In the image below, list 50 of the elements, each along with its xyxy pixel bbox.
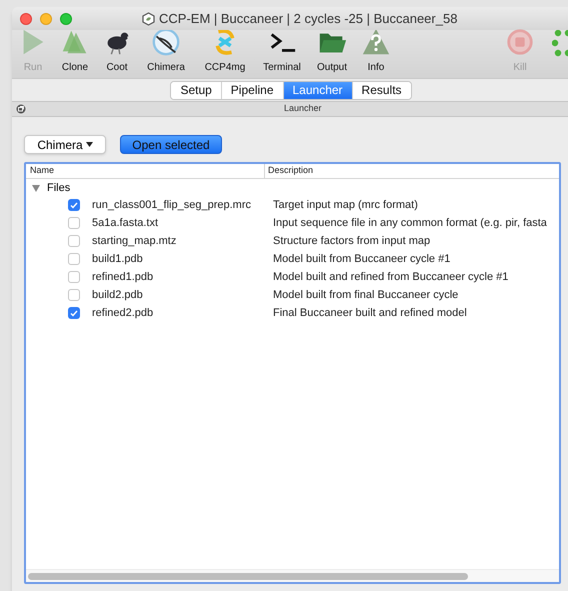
caret-icon bbox=[86, 142, 93, 147]
scrollbar-thumb[interactable] bbox=[28, 572, 468, 580]
chimera-logo-icon bbox=[151, 27, 181, 57]
file-name: refined1.pdb bbox=[92, 270, 154, 285]
question-icon bbox=[361, 27, 391, 57]
clone-tool-button[interactable]: Clone bbox=[54, 27, 96, 75]
file-description: Structure factors from input map bbox=[273, 234, 430, 249]
checkbox[interactable] bbox=[68, 235, 80, 247]
output-tool-button[interactable]: Output bbox=[308, 27, 356, 75]
ccp4mg-tool-button[interactable]: CCP4mg bbox=[194, 27, 256, 75]
tab[interactable]: Results bbox=[352, 82, 411, 98]
open-selected-button[interactable]: Open selected bbox=[120, 135, 222, 154]
file-description: Target input map (mrc format) bbox=[273, 198, 418, 213]
file-description: Model built from Buccaneer cycle #1 bbox=[273, 252, 450, 267]
panel-title: Launcher bbox=[284, 102, 322, 116]
checkbox[interactable] bbox=[68, 271, 80, 283]
info-tool-button[interactable]: Info bbox=[356, 27, 396, 75]
checkbox[interactable] bbox=[68, 217, 80, 229]
file-name: build1.pdb bbox=[92, 252, 144, 267]
window-title: CCP-EM | Buccaneer | 2 cycles -25 | Buccaneer_58 bbox=[159, 10, 458, 28]
column-header[interactable]: Name bbox=[26, 164, 265, 178]
checkbox[interactable] bbox=[68, 253, 80, 265]
minimize-button[interactable] bbox=[40, 12, 52, 24]
checkbox[interactable] bbox=[68, 199, 80, 211]
stop-icon bbox=[505, 27, 535, 57]
file-description: Model built from final Buccaneer cycle bbox=[273, 288, 458, 303]
file-name: build2.pdb bbox=[92, 288, 144, 303]
checkbox[interactable] bbox=[68, 307, 80, 319]
file-name: refined2.pdb bbox=[92, 306, 154, 321]
checkbox[interactable] bbox=[68, 289, 80, 301]
coot-tool-button[interactable]: Coot bbox=[96, 27, 138, 75]
tree-group-label[interactable]: Files bbox=[47, 180, 70, 196]
file-name: 5a1a.fasta.txt bbox=[92, 216, 160, 231]
column-header[interactable]: Description bbox=[265, 164, 559, 178]
terminal-tool-button[interactable]: Terminal bbox=[256, 27, 308, 75]
close-button[interactable] bbox=[20, 12, 32, 24]
file-description: Final Buccaneer built and refined model bbox=[273, 306, 467, 321]
float-panel-icon[interactable] bbox=[16, 104, 26, 114]
loading-spinner-icon bbox=[552, 29, 568, 57]
horizontal-scrollbar[interactable] bbox=[26, 569, 559, 582]
program-dropdown[interactable]: Chimera bbox=[24, 135, 106, 154]
file-description: Input sequence file in any common format (e.g. pir, fasta bbox=[273, 216, 547, 231]
tab[interactable]: Launcher bbox=[282, 82, 352, 98]
file-description: Model built and refined from Buccaneer cycle #1 bbox=[273, 270, 508, 285]
file-name: run_class001_flip_seg_prep.mrc bbox=[92, 198, 252, 213]
file-name: starting_map.mtz bbox=[92, 234, 178, 249]
disclosure-triangle-icon[interactable] bbox=[32, 184, 40, 192]
hexagon-logo-icon bbox=[142, 12, 155, 26]
chimera-tool-button[interactable]: Chimera bbox=[138, 27, 194, 75]
zoom-button[interactable] bbox=[60, 12, 72, 24]
